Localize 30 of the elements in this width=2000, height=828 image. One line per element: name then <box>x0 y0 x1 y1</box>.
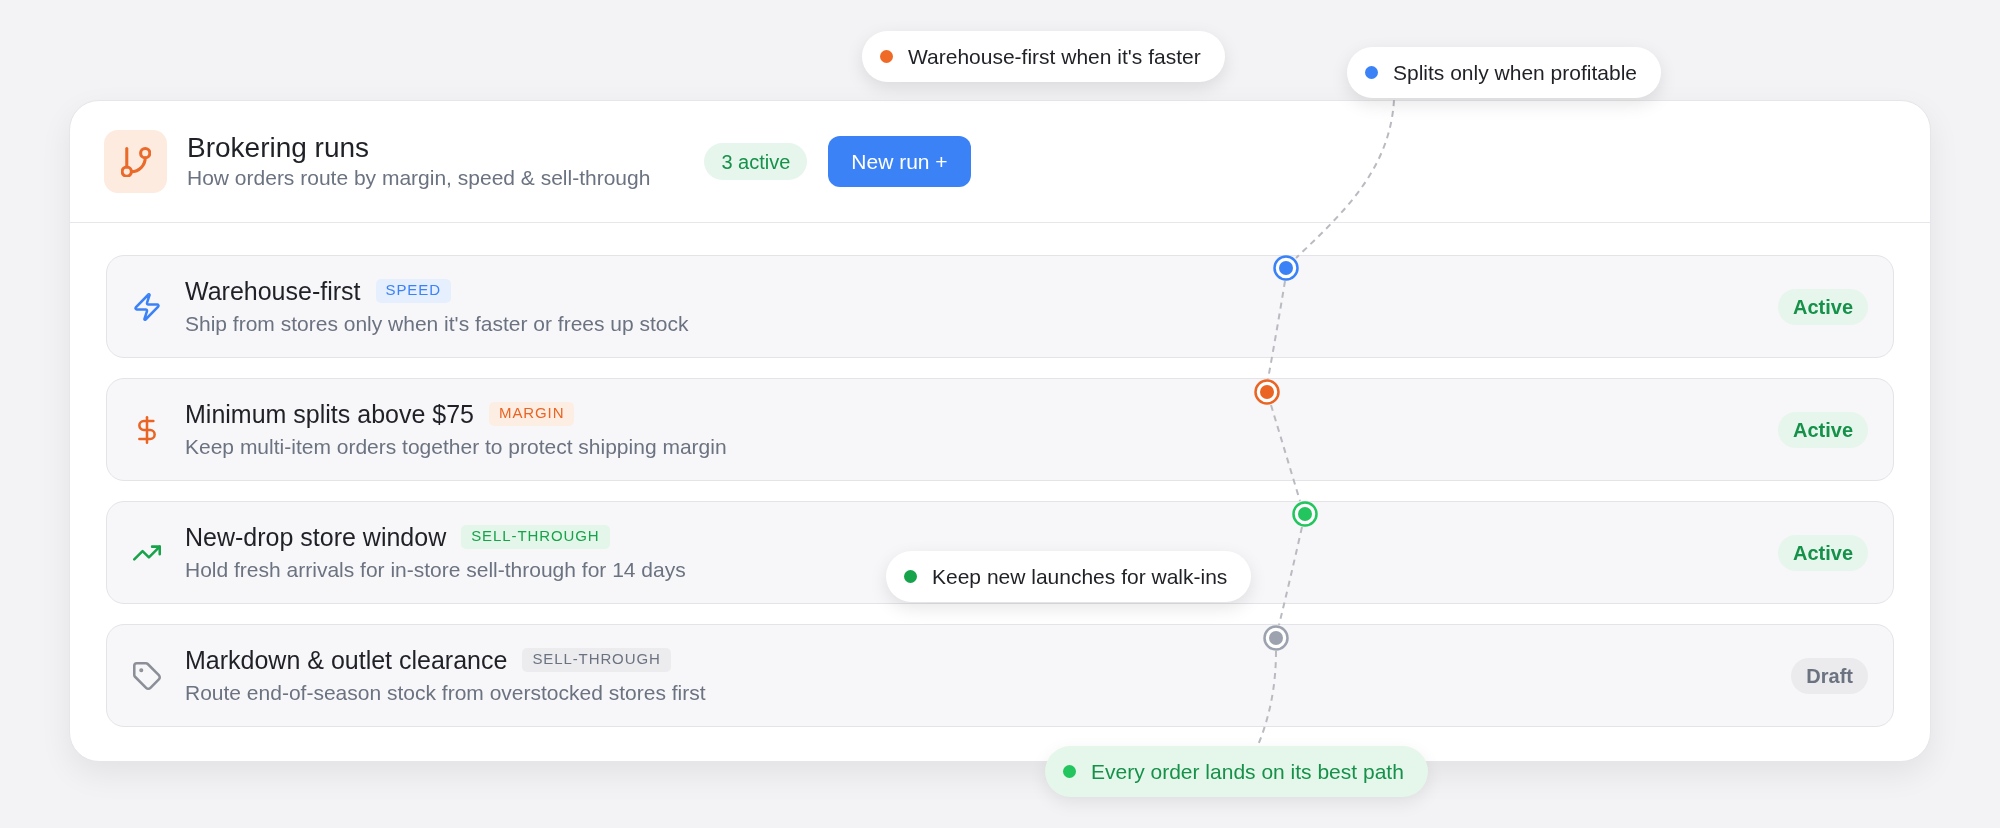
rule-row[interactable]: Markdown & outlet clearance SELL-THROUGH Route end-of-season stock from overstocked stores first Draft <box>106 624 1894 727</box>
panel-title: Brokering runs <box>187 131 371 164</box>
lightning-bolt-icon <box>133 292 161 321</box>
rule-row[interactable]: Minimum splits above $75 MARGIN Keep multi-item orders together to protect shipping margin Active <box>106 378 1894 481</box>
callout-text: Splits only when profitable <box>1393 59 1637 86</box>
rule-title: Markdown & outlet clearance <box>185 644 508 675</box>
rule-description: Hold fresh arrivals for in-store sell-through for 14 days <box>185 556 686 583</box>
category-tag: SELL-THROUGH <box>461 524 610 549</box>
price-tag-icon <box>133 661 161 690</box>
callout-text: Every order lands on its best path <box>1091 758 1404 785</box>
status-badge: Draft <box>1791 657 1868 694</box>
callout-text: Warehouse-first when it's faster <box>908 43 1201 70</box>
category-tag: SELL-THROUGH <box>522 647 671 672</box>
status-badge: Active <box>1777 288 1868 325</box>
branch-icon <box>104 130 167 193</box>
rule-description: Route end-of-season stock from overstocked stores first <box>185 679 706 706</box>
category-tag: MARGIN <box>489 401 575 426</box>
rule-description: Keep multi-item orders together to protect shipping margin <box>185 433 727 460</box>
rule-row[interactable]: Warehouse-first SPEED Ship from stores only when it's faster or frees up stock Active <box>106 255 1894 358</box>
panel-subtitle: How orders route by margin, speed & sell-through <box>187 165 651 191</box>
status-badge: Active <box>1777 534 1868 571</box>
active-count-badge: 3 active <box>704 143 808 180</box>
rule-title: Minimum splits above $75 <box>185 398 474 429</box>
rule-description: Ship from stores only when it's faster or frees up stock <box>185 310 689 337</box>
rule-title: Warehouse-first <box>185 275 361 306</box>
callout-text: Keep new launches for walk-ins <box>932 563 1228 590</box>
new-run-button[interactable]: New run + <box>828 136 971 187</box>
rule-title: New-drop store window <box>185 521 447 552</box>
status-badge: Active <box>1777 411 1868 448</box>
category-tag: SPEED <box>375 278 451 303</box>
